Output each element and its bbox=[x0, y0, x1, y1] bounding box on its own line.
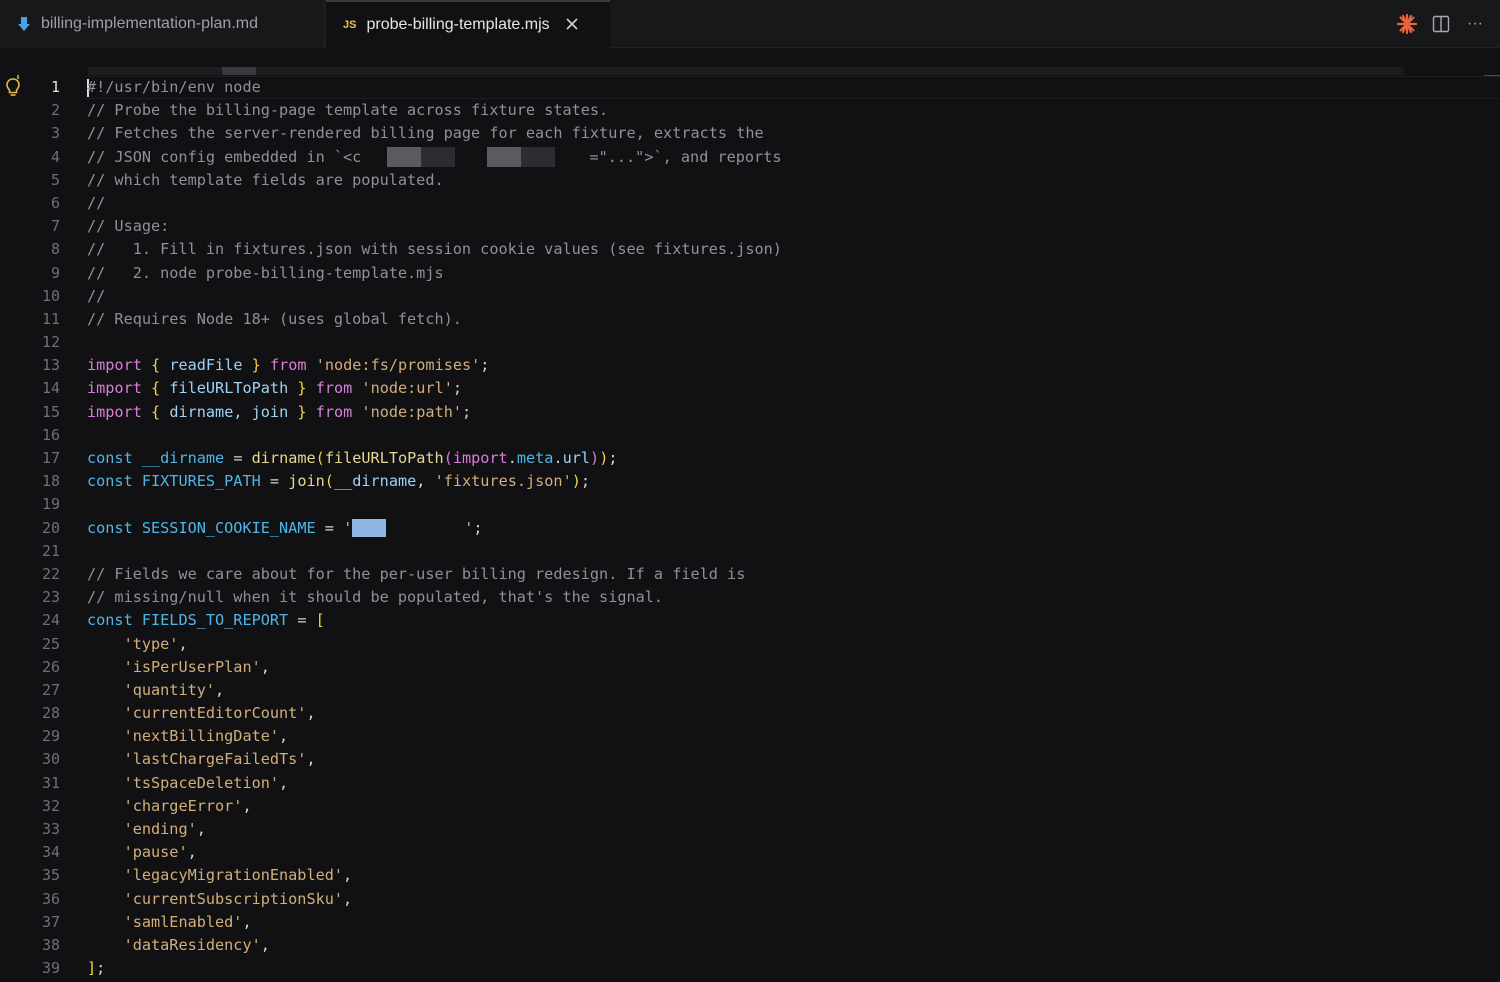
line-number: 8 bbox=[50, 240, 60, 259]
code-line: const SESSION_COOKIE_NAME = ' '; bbox=[87, 518, 483, 538]
split-editor-icon[interactable] bbox=[1430, 13, 1452, 35]
sparkle-icon[interactable] bbox=[1396, 13, 1418, 35]
line-number: 28 bbox=[41, 704, 60, 723]
line-number: 3 bbox=[50, 124, 60, 143]
line-number: 29 bbox=[41, 727, 60, 746]
code-line: 'currentSubscriptionSku', bbox=[123, 889, 353, 908]
code-line: ]; bbox=[87, 959, 106, 978]
line-number-gutter: 1 2 3 4 5 6 7 8 9 10 11 12 13 14 15 16 17 18 19 20 21 22 23 24 2… bbox=[0, 76, 60, 980]
code-line: // missing/null when it should be popula… bbox=[87, 588, 664, 607]
code-line: const __dirname = dirname(fileURLToPath(… bbox=[87, 449, 618, 467]
line-number: 21 bbox=[41, 541, 60, 560]
line-number: 39 bbox=[41, 959, 60, 978]
code-line: 'pause', bbox=[123, 843, 197, 862]
line-number: 14 bbox=[41, 379, 60, 398]
code-line: // 2. node probe-billing-template.mjs bbox=[87, 263, 444, 282]
code-editor[interactable]: 1 2 3 4 5 6 7 8 9 10 11 12 13 14 15 16 17 18 19 20 21 22 23 24 2… bbox=[0, 49, 1500, 982]
code-line: 'lastChargeFailedTs', bbox=[123, 750, 316, 769]
line-number: 22 bbox=[41, 564, 60, 583]
line-number: 31 bbox=[41, 773, 60, 792]
line-number: 36 bbox=[41, 889, 60, 908]
line-number: 27 bbox=[41, 680, 60, 699]
more-actions-icon[interactable]: ··· bbox=[1464, 13, 1486, 35]
line-number: 13 bbox=[41, 356, 60, 375]
line-number: 2 bbox=[50, 101, 60, 120]
code-line: #!/usr/bin/env node bbox=[87, 78, 261, 97]
line-number: 4 bbox=[50, 147, 60, 166]
line-number: 24 bbox=[41, 611, 60, 630]
code-line: // Probe the billing-page template acros… bbox=[87, 101, 609, 120]
close-icon[interactable] bbox=[564, 17, 580, 33]
line-number: 33 bbox=[41, 820, 60, 838]
code-line: // JSON config embedded in `<c ="...">`,… bbox=[87, 147, 782, 168]
code-line: 'type', bbox=[123, 634, 188, 653]
code-line: 'currentEditorCount', bbox=[123, 704, 316, 723]
tab-probe-billing-template[interactable]: JS probe-billing-template.mjs bbox=[326, 0, 610, 48]
line-number: 34 bbox=[41, 843, 60, 862]
line-number: 25 bbox=[41, 634, 60, 653]
editor-actions: ··· bbox=[1396, 0, 1486, 48]
code-line: // bbox=[87, 286, 106, 305]
code-line: 'chargeError', bbox=[123, 796, 252, 815]
line-number: 26 bbox=[41, 657, 60, 676]
line-number: 38 bbox=[41, 935, 60, 954]
code-line: // 1. Fill in fixtures.json with session… bbox=[87, 240, 782, 259]
code-line: 'nextBillingDate', bbox=[123, 727, 289, 746]
code-line: 'tsSpaceDeletion', bbox=[123, 773, 289, 792]
line-number: 9 bbox=[50, 263, 60, 282]
tab-billing-implementation-plan[interactable]: billing-implementation-plan.md bbox=[0, 0, 325, 48]
js-icon: JS bbox=[343, 19, 357, 31]
line-number: 19 bbox=[41, 495, 60, 514]
line-number: 16 bbox=[41, 425, 60, 444]
line-number: 18 bbox=[41, 472, 60, 491]
redacted-value bbox=[352, 519, 387, 538]
line-number: 7 bbox=[50, 217, 60, 236]
code-line: 'dataResidency', bbox=[123, 935, 270, 954]
horizontal-scrollbar-thumb[interactable] bbox=[222, 67, 256, 75]
code-line: 'ending', bbox=[123, 820, 206, 838]
code-line: 'quantity', bbox=[123, 680, 225, 699]
line-number: 6 bbox=[50, 193, 60, 212]
line-number: 32 bbox=[41, 796, 60, 815]
tab-label: probe-billing-template.mjs bbox=[366, 16, 550, 33]
code-line: // Requires Node 18+ (uses global fetch)… bbox=[87, 309, 462, 328]
code-line: // Fetches the server-rendered billing p… bbox=[87, 124, 764, 143]
code-line: 'samlEnabled', bbox=[123, 912, 252, 931]
line-number: 37 bbox=[41, 912, 60, 931]
line-number: 17 bbox=[41, 449, 60, 467]
code-line: import { fileURLToPath } from 'node:url'… bbox=[87, 379, 463, 398]
code-line: import { dirname, join } from 'node:path… bbox=[87, 402, 472, 421]
code-line: const FIXTURES_PATH = join(__dirname, 'f… bbox=[87, 472, 591, 491]
line-number: 30 bbox=[41, 750, 60, 769]
code-line: // Usage: bbox=[87, 217, 170, 236]
line-number: 5 bbox=[50, 170, 60, 189]
code-line: const FIELDS_TO_REPORT = [ bbox=[87, 611, 325, 630]
tab-bar: billing-implementation-plan.md JS probe-… bbox=[0, 0, 1500, 48]
line-number: 11 bbox=[41, 309, 60, 328]
line-number: 20 bbox=[41, 518, 60, 537]
markdown-download-icon bbox=[18, 16, 31, 32]
code-content[interactable]: #!/usr/bin/env node // Probe the billing… bbox=[87, 76, 782, 980]
code-line: // bbox=[87, 193, 106, 212]
line-number: 12 bbox=[41, 333, 60, 352]
line-number: 1 bbox=[50, 78, 60, 96]
code-line: // which template fields are populated. bbox=[87, 170, 444, 189]
line-number: 15 bbox=[41, 402, 60, 421]
code-line: // Fields we care about for the per-user… bbox=[87, 564, 746, 583]
code-line: 'isPerUserPlan', bbox=[123, 657, 270, 676]
line-number: 10 bbox=[41, 286, 60, 305]
line-number: 35 bbox=[41, 866, 60, 885]
code-line: import { readFile } from 'node:fs/promis… bbox=[87, 356, 490, 375]
tab-label: billing-implementation-plan.md bbox=[41, 15, 258, 32]
code-line: 'legacyMigrationEnabled', bbox=[123, 866, 353, 885]
line-number: 23 bbox=[41, 588, 60, 607]
horizontal-scrollbar-track bbox=[88, 67, 1404, 75]
